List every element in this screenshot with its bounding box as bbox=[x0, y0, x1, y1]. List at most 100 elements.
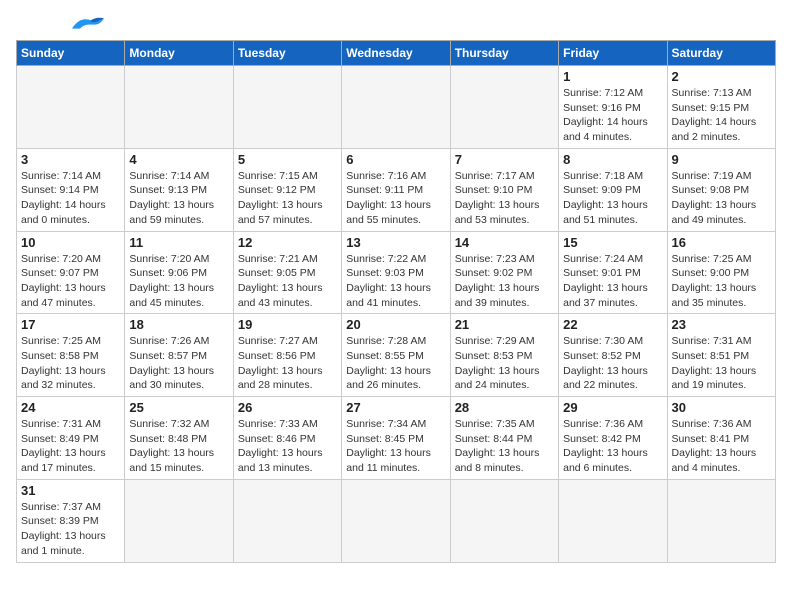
calendar-cell bbox=[667, 479, 775, 562]
calendar-cell bbox=[17, 66, 125, 149]
day-number: 25 bbox=[129, 400, 228, 415]
calendar-cell bbox=[233, 479, 341, 562]
calendar-cell: 2Sunrise: 7:13 AM Sunset: 9:15 PM Daylig… bbox=[667, 66, 775, 149]
calendar-cell: 11 Sunrise: 7:20 AM Sunset: 9:06 PM Dayli… bbox=[125, 231, 233, 314]
calendar-cell: 31 Sunrise: 7:37 AM Sunset: 8:39 PM Dayli… bbox=[17, 479, 125, 562]
calendar-cell: 6 Sunrise: 7:16 AM Sunset: 9:11 PM Daylig… bbox=[342, 148, 450, 231]
calendar-cell bbox=[450, 66, 558, 149]
column-header-tuesday: Tuesday bbox=[233, 41, 341, 66]
day-info: Sunrise: 7:31 AM Sunset: 8:49 PM Dayligh… bbox=[21, 417, 120, 476]
day-header-row: SundayMondayTuesdayWednesdayThursdayFrid… bbox=[17, 41, 776, 66]
day-number: 13 bbox=[346, 235, 445, 250]
calendar-cell: 3 Sunrise: 7:14 AM Sunset: 9:14 PM Daylig… bbox=[17, 148, 125, 231]
day-info: Sunrise: 7:25 AM Sunset: 8:58 PM Dayligh… bbox=[21, 334, 120, 393]
calendar-cell: 20Sunrise: 7:28 AM Sunset: 8:55 PM Dayli… bbox=[342, 314, 450, 397]
day-number: 5 bbox=[238, 152, 337, 167]
calendar-cell: 13 Sunrise: 7:22 AM Sunset: 9:03 PM Dayli… bbox=[342, 231, 450, 314]
calendar-table: SundayMondayTuesdayWednesdayThursdayFrid… bbox=[16, 40, 776, 563]
day-number: 31 bbox=[21, 483, 120, 498]
calendar-cell bbox=[125, 66, 233, 149]
column-header-thursday: Thursday bbox=[450, 41, 558, 66]
day-number: 4 bbox=[129, 152, 228, 167]
day-info: Sunrise: 7:23 AM Sunset: 9:02 PM Dayligh… bbox=[455, 252, 554, 311]
day-info: Sunrise: 7:24 AM Sunset: 9:01 PM Dayligh… bbox=[563, 252, 662, 311]
day-number: 22 bbox=[563, 317, 662, 332]
day-number: 21 bbox=[455, 317, 554, 332]
calendar-cell: 23 Sunrise: 7:31 AM Sunset: 8:51 PM Dayli… bbox=[667, 314, 775, 397]
week-row-3: 10 Sunrise: 7:20 AM Sunset: 9:07 PM Dayli… bbox=[17, 231, 776, 314]
day-number: 9 bbox=[672, 152, 771, 167]
day-number: 8 bbox=[563, 152, 662, 167]
day-number: 10 bbox=[21, 235, 120, 250]
calendar-cell: 14Sunrise: 7:23 AM Sunset: 9:02 PM Dayli… bbox=[450, 231, 558, 314]
calendar-cell: 15 Sunrise: 7:24 AM Sunset: 9:01 PM Dayli… bbox=[559, 231, 667, 314]
calendar-cell: 17 Sunrise: 7:25 AM Sunset: 8:58 PM Dayli… bbox=[17, 314, 125, 397]
day-info: Sunrise: 7:33 AM Sunset: 8:46 PM Dayligh… bbox=[238, 417, 337, 476]
calendar-cell bbox=[233, 66, 341, 149]
calendar-cell: 25 Sunrise: 7:32 AM Sunset: 8:48 PM Dayli… bbox=[125, 397, 233, 480]
day-number: 17 bbox=[21, 317, 120, 332]
day-number: 15 bbox=[563, 235, 662, 250]
calendar-cell: 21 Sunrise: 7:29 AM Sunset: 8:53 PM Dayli… bbox=[450, 314, 558, 397]
calendar-cell: 9 Sunrise: 7:19 AM Sunset: 9:08 PM Daylig… bbox=[667, 148, 775, 231]
day-info: Sunrise: 7:34 AM Sunset: 8:45 PM Dayligh… bbox=[346, 417, 445, 476]
day-number: 28 bbox=[455, 400, 554, 415]
day-number: 24 bbox=[21, 400, 120, 415]
day-info: Sunrise: 7:21 AM Sunset: 9:05 PM Dayligh… bbox=[238, 252, 337, 311]
day-info: Sunrise: 7:14 AM Sunset: 9:14 PM Dayligh… bbox=[21, 169, 120, 228]
day-number: 1 bbox=[563, 69, 662, 84]
calendar-cell: 30Sunrise: 7:36 AM Sunset: 8:41 PM Dayli… bbox=[667, 397, 775, 480]
calendar-cell: 27Sunrise: 7:34 AM Sunset: 8:45 PM Dayli… bbox=[342, 397, 450, 480]
day-info: Sunrise: 7:16 AM Sunset: 9:11 PM Dayligh… bbox=[346, 169, 445, 228]
week-row-4: 17 Sunrise: 7:25 AM Sunset: 8:58 PM Dayli… bbox=[17, 314, 776, 397]
calendar-cell: 16Sunrise: 7:25 AM Sunset: 9:00 PM Dayli… bbox=[667, 231, 775, 314]
day-info: Sunrise: 7:12 AM Sunset: 9:16 PM Dayligh… bbox=[563, 86, 662, 145]
day-info: Sunrise: 7:15 AM Sunset: 9:12 PM Dayligh… bbox=[238, 169, 337, 228]
day-info: Sunrise: 7:29 AM Sunset: 8:53 PM Dayligh… bbox=[455, 334, 554, 393]
day-info: Sunrise: 7:20 AM Sunset: 9:06 PM Dayligh… bbox=[129, 252, 228, 311]
calendar-cell bbox=[342, 66, 450, 149]
day-info: Sunrise: 7:19 AM Sunset: 9:08 PM Dayligh… bbox=[672, 169, 771, 228]
week-row-5: 24 Sunrise: 7:31 AM Sunset: 8:49 PM Dayli… bbox=[17, 397, 776, 480]
day-info: Sunrise: 7:28 AM Sunset: 8:55 PM Dayligh… bbox=[346, 334, 445, 393]
calendar-cell: 7Sunrise: 7:17 AM Sunset: 9:10 PM Daylig… bbox=[450, 148, 558, 231]
day-info: Sunrise: 7:32 AM Sunset: 8:48 PM Dayligh… bbox=[129, 417, 228, 476]
day-info: Sunrise: 7:17 AM Sunset: 9:10 PM Dayligh… bbox=[455, 169, 554, 228]
day-number: 11 bbox=[129, 235, 228, 250]
day-number: 23 bbox=[672, 317, 771, 332]
column-header-saturday: Saturday bbox=[667, 41, 775, 66]
day-info: Sunrise: 7:37 AM Sunset: 8:39 PM Dayligh… bbox=[21, 500, 120, 559]
day-info: Sunrise: 7:36 AM Sunset: 8:41 PM Dayligh… bbox=[672, 417, 771, 476]
day-info: Sunrise: 7:35 AM Sunset: 8:44 PM Dayligh… bbox=[455, 417, 554, 476]
day-number: 3 bbox=[21, 152, 120, 167]
day-number: 29 bbox=[563, 400, 662, 415]
calendar-cell: 8 Sunrise: 7:18 AM Sunset: 9:09 PM Daylig… bbox=[559, 148, 667, 231]
calendar-cell: 19 Sunrise: 7:27 AM Sunset: 8:56 PM Dayli… bbox=[233, 314, 341, 397]
day-number: 12 bbox=[238, 235, 337, 250]
logo bbox=[16, 16, 108, 32]
calendar-cell: 22Sunrise: 7:30 AM Sunset: 8:52 PM Dayli… bbox=[559, 314, 667, 397]
week-row-2: 3 Sunrise: 7:14 AM Sunset: 9:14 PM Daylig… bbox=[17, 148, 776, 231]
day-info: Sunrise: 7:36 AM Sunset: 8:42 PM Dayligh… bbox=[563, 417, 662, 476]
logo-bird-icon bbox=[68, 14, 108, 32]
day-info: Sunrise: 7:26 AM Sunset: 8:57 PM Dayligh… bbox=[129, 334, 228, 393]
calendar-cell bbox=[342, 479, 450, 562]
day-number: 26 bbox=[238, 400, 337, 415]
day-info: Sunrise: 7:31 AM Sunset: 8:51 PM Dayligh… bbox=[672, 334, 771, 393]
day-info: Sunrise: 7:13 AM Sunset: 9:15 PM Dayligh… bbox=[672, 86, 771, 145]
page-header bbox=[16, 16, 776, 32]
column-header-wednesday: Wednesday bbox=[342, 41, 450, 66]
day-number: 18 bbox=[129, 317, 228, 332]
calendar-cell bbox=[450, 479, 558, 562]
calendar-cell: 26 Sunrise: 7:33 AM Sunset: 8:46 PM Dayli… bbox=[233, 397, 341, 480]
column-header-monday: Monday bbox=[125, 41, 233, 66]
column-header-sunday: Sunday bbox=[17, 41, 125, 66]
day-info: Sunrise: 7:20 AM Sunset: 9:07 PM Dayligh… bbox=[21, 252, 120, 311]
calendar-cell bbox=[125, 479, 233, 562]
week-row-1: 1 Sunrise: 7:12 AM Sunset: 9:16 PM Daylig… bbox=[17, 66, 776, 149]
day-info: Sunrise: 7:27 AM Sunset: 8:56 PM Dayligh… bbox=[238, 334, 337, 393]
day-info: Sunrise: 7:18 AM Sunset: 9:09 PM Dayligh… bbox=[563, 169, 662, 228]
day-number: 19 bbox=[238, 317, 337, 332]
day-number: 6 bbox=[346, 152, 445, 167]
day-info: Sunrise: 7:22 AM Sunset: 9:03 PM Dayligh… bbox=[346, 252, 445, 311]
